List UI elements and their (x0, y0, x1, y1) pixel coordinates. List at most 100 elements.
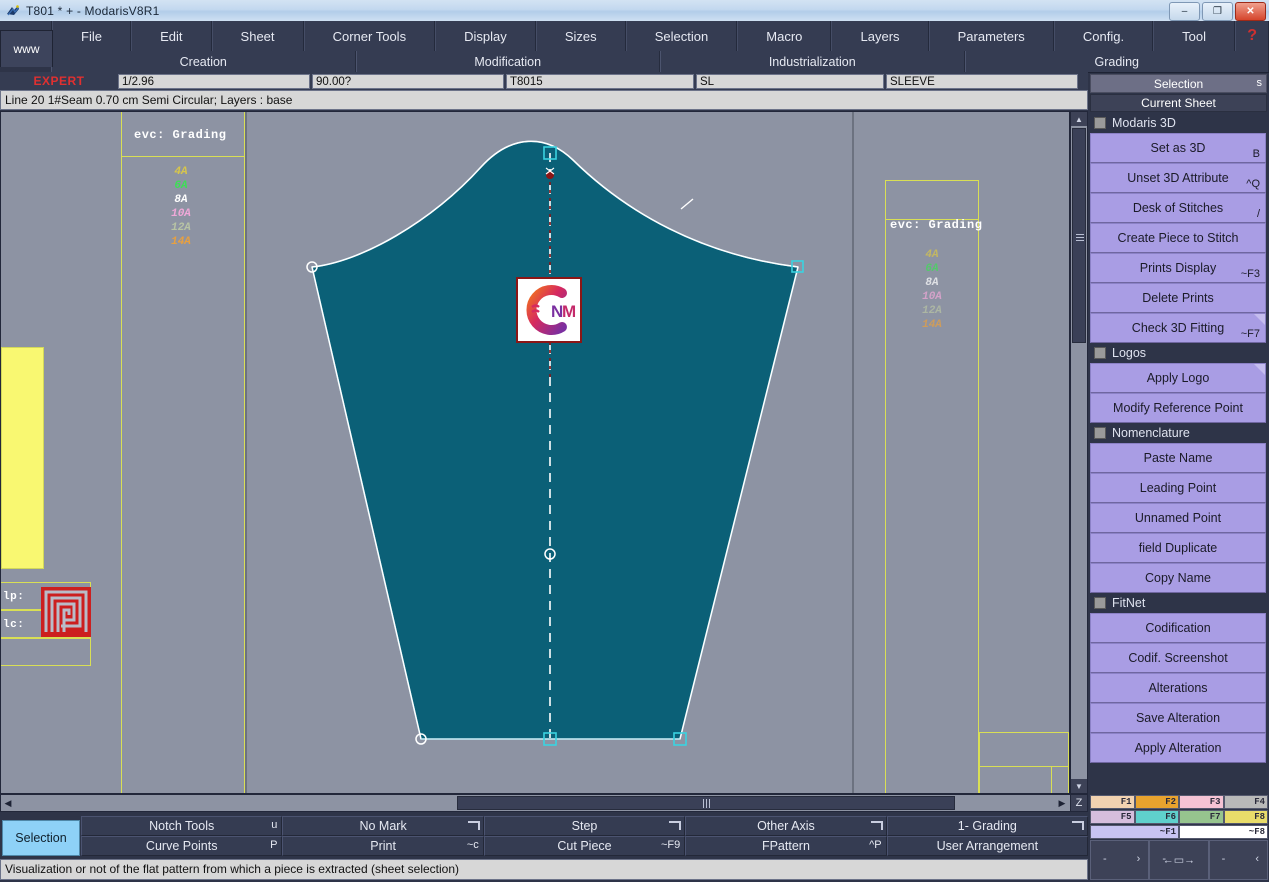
angle-field[interactable]: 90.00? (312, 73, 504, 89)
size-swatch-F5[interactable]: F5 (1090, 810, 1135, 824)
restore-button[interactable]: ❐ (1202, 2, 1233, 21)
toolbar-button-step[interactable]: Step (483, 816, 686, 836)
selection-header[interactable]: Selection s (1090, 74, 1267, 93)
vertical-scrollbar[interactable]: ▲ ▼ (1070, 111, 1088, 794)
size-swatch-F2[interactable]: F2 (1134, 795, 1179, 809)
submenu-fold-icon[interactable] (1254, 314, 1265, 325)
group-tab-industrialization[interactable]: Industrialization (660, 51, 965, 72)
group-tab-modification[interactable]: Modification (355, 51, 660, 72)
bottom-selection-tab[interactable]: Selection (2, 820, 80, 856)
toolbar-button-print[interactable]: Print ~c (282, 836, 484, 856)
panel-button-apply-logo[interactable]: Apply Logo (1090, 363, 1266, 393)
panel-checkbox-nomenclature[interactable]: Nomenclature (1090, 423, 1266, 443)
pattern-canvas[interactable]: evc: Grading 4A 6A 8A 10A 12A 14A lp: lc: (0, 111, 1070, 794)
menu-item-tool[interactable]: Tool (1153, 21, 1236, 51)
toolbar-button-1-grading[interactable]: 1- Grading (886, 816, 1089, 836)
panel-checkbox-modaris-3d[interactable]: Modaris 3D (1090, 113, 1266, 133)
menu-item-selection[interactable]: Selection (625, 21, 738, 51)
size-swatch-F8[interactable]: F8 (1223, 810, 1268, 824)
code-field[interactable]: SL (696, 73, 884, 89)
panel-button-save-alteration[interactable]: Save Alteration (1090, 703, 1266, 733)
bottom-nav-right-icon[interactable]: ‹ (1255, 853, 1259, 865)
current-sheet-header[interactable]: Current Sheet (1090, 94, 1267, 112)
bottom-nav-cell-3[interactable]: - ‹ (1208, 840, 1268, 880)
size-swatch-alt-F8[interactable]: ~F8 (1179, 825, 1268, 839)
toolbar-button-curve-points[interactable]: Curve Points P (81, 836, 283, 856)
panel-button-unset-3d-attribute[interactable]: Unset 3D Attribute ^Q (1090, 163, 1266, 193)
bottom-nav-cell-1[interactable]: - › (1090, 840, 1150, 880)
checkbox-icon[interactable] (1094, 427, 1106, 439)
piece-logo-box[interactable]: N M (516, 277, 582, 343)
bottom-nav-right-icon[interactable]: › (1137, 853, 1141, 865)
panel-button-alterations[interactable]: Alterations (1090, 673, 1266, 703)
menu-item-display[interactable]: Display (435, 21, 536, 51)
menu-item-config[interactable]: Config. (1053, 21, 1154, 51)
toolbar-button-fpattern[interactable]: FPattern ^P (685, 836, 887, 856)
scale-field[interactable]: 1/2.96 (118, 73, 310, 89)
help-icon[interactable]: ? (1235, 21, 1269, 51)
group-tab-grading[interactable]: Grading (964, 51, 1269, 72)
menu-item-edit[interactable]: Edit (131, 21, 212, 51)
panel-button-codif-screenshot[interactable]: Codif. Screenshot (1090, 643, 1266, 673)
checkbox-icon[interactable] (1094, 117, 1106, 129)
toolbar-button-user-arrangement[interactable]: User Arrangement (886, 836, 1089, 856)
panel-button-unnamed-point[interactable]: Unnamed Point (1090, 503, 1266, 533)
toolbar-submenu-icon[interactable] (467, 821, 480, 830)
panel-button-set-as-3d[interactable]: Set as 3D B (1090, 133, 1266, 163)
panel-checkbox-logos[interactable]: Logos (1090, 343, 1266, 363)
checkbox-icon[interactable] (1094, 597, 1106, 609)
bottom-nav-cell-2[interactable]: - ←▭→ (1149, 840, 1209, 880)
toolbar-button-no-mark[interactable]: No Mark (282, 816, 484, 836)
panel-button-create-piece-to-stitch[interactable]: Create Piece to Stitch (1090, 223, 1266, 253)
panel-button-codification[interactable]: Codification (1090, 613, 1266, 643)
bottom-nav-center-icon[interactable]: ←▭→ (1163, 854, 1195, 867)
size-swatch-F4[interactable]: F4 (1223, 795, 1268, 809)
menu-item-parameters[interactable]: Parameters (928, 21, 1054, 51)
menu-item-layers[interactable]: Layers (831, 21, 929, 51)
scroll-down-arrow[interactable]: ▼ (1071, 779, 1087, 793)
menu-item-sheet[interactable]: Sheet (211, 21, 304, 51)
submenu-fold-icon[interactable] (1254, 364, 1265, 375)
toolbar-button-notch-tools[interactable]: Notch Tools u (81, 816, 283, 836)
panel-button-leading-point[interactable]: Leading Point (1090, 473, 1266, 503)
menu-item-macro[interactable]: Macro (737, 21, 832, 51)
panel-button-desk-of-stitches[interactable]: Desk of Stitches / (1090, 193, 1266, 223)
scroll-right-arrow[interactable]: ▶ (1055, 795, 1069, 811)
panel-button-paste-name[interactable]: Paste Name (1090, 443, 1266, 473)
panel-button-modify-reference-point[interactable]: Modify Reference Point (1090, 393, 1266, 423)
toolbar-button-other-axis[interactable]: Other Axis (685, 816, 887, 836)
sleeve-pattern-piece[interactable] (1, 112, 1070, 794)
horizontal-scrollbar[interactable]: ◀ ▶ (0, 794, 1088, 812)
scroll-up-arrow[interactable]: ▲ (1071, 112, 1087, 126)
size-swatch-F7[interactable]: F7 (1179, 810, 1224, 824)
panel-button-copy-name[interactable]: Copy Name (1090, 563, 1266, 593)
menu-item-file[interactable]: File (52, 21, 132, 51)
horizontal-scroll-thumb[interactable] (457, 796, 955, 810)
checkbox-icon[interactable] (1094, 347, 1106, 359)
model-field[interactable]: T8015 (506, 73, 694, 89)
scroll-left-arrow[interactable]: ◀ (1, 795, 15, 811)
anchor-point-red[interactable] (546, 171, 554, 179)
toolbar-submenu-icon[interactable] (870, 821, 883, 830)
menu-item-corner-tools[interactable]: Corner Tools (303, 21, 436, 51)
close-button[interactable]: ✕ (1235, 2, 1266, 21)
group-tab-creation[interactable]: Creation (51, 51, 356, 72)
minimize-button[interactable]: – (1169, 2, 1200, 21)
toolbar-submenu-icon[interactable] (669, 821, 682, 830)
size-swatch-F1[interactable]: F1 (1090, 795, 1135, 809)
piece-name-field[interactable]: SLEEVE (886, 73, 1078, 89)
size-swatch-F6[interactable]: F6 (1134, 810, 1179, 824)
vertical-scroll-thumb[interactable] (1072, 128, 1086, 343)
panel-button-apply-alteration[interactable]: Apply Alteration (1090, 733, 1266, 763)
toolbar-submenu-icon[interactable] (1072, 821, 1085, 830)
panel-button-prints-display[interactable]: Prints Display ~F3 (1090, 253, 1266, 283)
size-swatch-F3[interactable]: F3 (1179, 795, 1224, 809)
panel-button-field-duplicate[interactable]: field Duplicate (1090, 533, 1266, 563)
panel-checkbox-fitnet[interactable]: FitNet (1090, 593, 1266, 613)
panel-button-delete-prints[interactable]: Delete Prints (1090, 283, 1266, 313)
size-swatch-alt-F1[interactable]: ~F1 (1090, 825, 1179, 839)
menu-item-sizes[interactable]: Sizes (535, 21, 626, 51)
tab-www[interactable]: www (0, 30, 53, 67)
toolbar-button-cut-piece[interactable]: Cut Piece ~F9 (483, 836, 686, 856)
panel-button-check-3d-fitting[interactable]: Check 3D Fitting ~F7 (1090, 313, 1266, 343)
